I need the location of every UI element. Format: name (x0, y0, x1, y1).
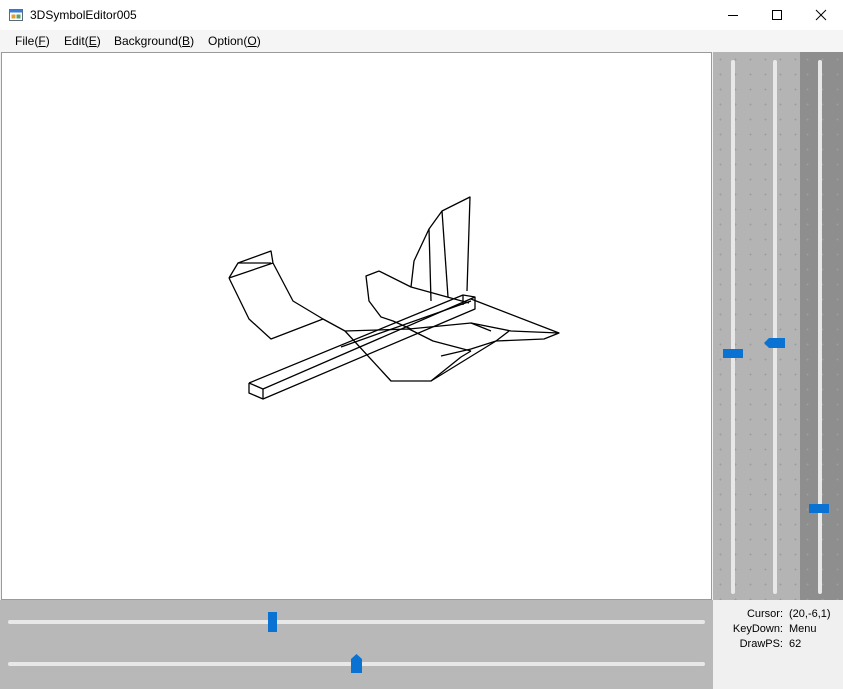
window-title: 3DSymbolEditor005 (30, 8, 137, 22)
3d-viewport[interactable] (1, 52, 712, 600)
vertical-slider-2-track[interactable] (773, 60, 777, 594)
horizontal-slider-1-track[interactable] (8, 620, 705, 624)
bottom-slider-panel (0, 600, 713, 689)
keydown-value: Menu (789, 623, 817, 635)
title-bar: 3DSymbolEditor005 (0, 0, 843, 30)
right-dark-slider-panel (800, 52, 843, 600)
keydown-label: KeyDown: (732, 623, 783, 635)
vertical-slider-1-track[interactable] (731, 60, 735, 594)
maximize-icon (772, 10, 782, 20)
menu-edit[interactable]: Edit(E) (64, 34, 101, 48)
vertical-slider-3-thumb[interactable] (809, 504, 829, 514)
horizontal-slider-2-thumb[interactable] (351, 654, 362, 673)
vertical-slider-2-thumb[interactable] (764, 338, 785, 349)
cursor-value: (20,-6,1) (789, 608, 831, 620)
status-panel: Cursor: (20,-6,1) KeyDown: Menu DrawPS: … (713, 600, 843, 689)
menu-option[interactable]: Option(O) (208, 34, 261, 48)
wireframe-lines (228, 196, 560, 400)
drawps-value: 62 (789, 638, 802, 650)
close-icon (815, 9, 827, 21)
vertical-slider-1-thumb[interactable] (723, 349, 743, 359)
menu-bar: File(F) Edit(E) Background(B) Option(O) (0, 30, 843, 52)
minimize-icon (728, 15, 738, 16)
minimize-button[interactable] (711, 0, 755, 30)
vertical-slider-3-track[interactable] (818, 60, 822, 594)
drawps-label: DrawPS: (739, 638, 783, 650)
menu-file[interactable]: File(F) (15, 34, 50, 48)
maximize-button[interactable] (755, 0, 799, 30)
airplane-wireframe (228, 196, 560, 400)
menu-background[interactable]: Background(B) (114, 34, 194, 48)
cursor-label: Cursor: (746, 608, 783, 620)
app-window-icon (9, 9, 23, 21)
close-button[interactable] (799, 0, 843, 30)
horizontal-slider-1-thumb[interactable] (268, 612, 278, 632)
